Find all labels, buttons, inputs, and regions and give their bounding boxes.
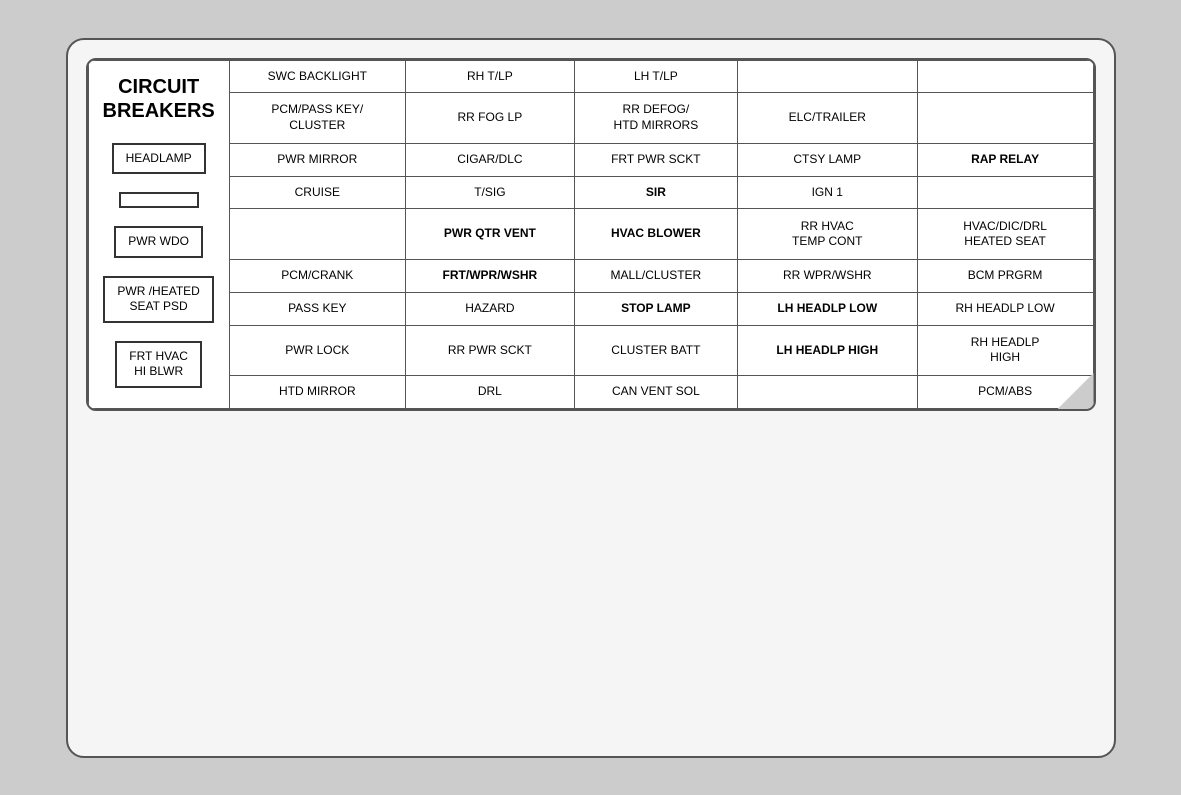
left-column: CIRCUIT BREAKERS HEADLAMP PWR WDO PWR /HEAT…	[88, 60, 229, 409]
cell-r0-c0: SWC BACKLIGHT	[229, 60, 405, 93]
cell-r1-c3: ELC/TRAILER	[737, 93, 917, 144]
cell-r1-c2: RR DEFOG/ HTD MIRRORS	[574, 93, 737, 144]
cell-r6-c4: RH HEADLP LOW	[917, 292, 1093, 325]
cell-r6-c1: HAZARD	[405, 292, 574, 325]
cell-r5-c1: FRT/WPR/WSHR	[405, 260, 574, 293]
left-box-item-0: HEADLAMP	[112, 143, 206, 175]
outer-card: CIRCUIT BREAKERS HEADLAMP PWR WDO PWR /HEAT…	[66, 38, 1116, 758]
cell-r1-c4	[917, 93, 1093, 144]
cell-r4-c4: HVAC/DIC/DRL HEATED SEAT	[917, 209, 1093, 260]
inner-card: CIRCUIT BREAKERS HEADLAMP PWR WDO PWR /HEAT…	[86, 58, 1096, 412]
cell-r8-c0: HTD MIRROR	[229, 376, 405, 409]
cell-r7-c2: CLUSTER BATT	[574, 325, 737, 376]
cell-r5-c3: RR WPR/WSHR	[737, 260, 917, 293]
circuit-breakers-title: CIRCUIT BREAKERS	[103, 75, 215, 123]
left-box-item-1	[119, 192, 199, 208]
left-box-item-4: FRT HVAC HI BLWR	[115, 341, 202, 388]
cell-r7-c4: RH HEADLP HIGH	[917, 325, 1093, 376]
cell-r6-c0: PASS KEY	[229, 292, 405, 325]
cell-r4-c0	[229, 209, 405, 260]
cell-r3-c3: IGN 1	[737, 176, 917, 209]
cell-r7-c3: LH HEADLP HIGH	[737, 325, 917, 376]
cell-r3-c1: T/SIG	[405, 176, 574, 209]
cell-r6-c3: LH HEADLP LOW	[737, 292, 917, 325]
cell-r5-c4: BCM PRGRM	[917, 260, 1093, 293]
cell-r2-c0: PWR MIRROR	[229, 143, 405, 176]
cell-r2-c2: FRT PWR SCKT	[574, 143, 737, 176]
cell-r0-c3	[737, 60, 917, 93]
cell-r0-c1: RH T/LP	[405, 60, 574, 93]
cell-r2-c1: CIGAR/DLC	[405, 143, 574, 176]
cell-r2-c4: RAP RELAY	[917, 143, 1093, 176]
cell-r5-c2: MALL/CLUSTER	[574, 260, 737, 293]
cell-r4-c2: HVAC BLOWER	[574, 209, 737, 260]
cell-r4-c3: RR HVAC TEMP CONT	[737, 209, 917, 260]
cell-r2-c3: CTSY LAMP	[737, 143, 917, 176]
cell-r0-c4	[917, 60, 1093, 93]
left-box-item-3: PWR /HEATED SEAT PSD	[103, 276, 213, 323]
left-box-item-2: PWR WDO	[114, 226, 203, 258]
cell-r0-c2: LH T/LP	[574, 60, 737, 93]
cell-r1-c1: RR FOG LP	[405, 93, 574, 144]
cell-r3-c0: CRUISE	[229, 176, 405, 209]
cell-r8-c1: DRL	[405, 376, 574, 409]
cell-r7-c0: PWR LOCK	[229, 325, 405, 376]
cell-r5-c0: PCM/CRANK	[229, 260, 405, 293]
inner-card-wrap: CIRCUIT BREAKERS HEADLAMP PWR WDO PWR /HEAT…	[86, 58, 1096, 412]
cell-r3-c2: SIR	[574, 176, 737, 209]
cell-r8-c2: CAN VENT SOL	[574, 376, 737, 409]
main-table: CIRCUIT BREAKERS HEADLAMP PWR WDO PWR /HEAT…	[88, 60, 1094, 410]
cell-r1-c0: PCM/PASS KEY/ CLUSTER	[229, 93, 405, 144]
cell-r6-c2: STOP LAMP	[574, 292, 737, 325]
cell-r3-c4	[917, 176, 1093, 209]
cell-r7-c1: RR PWR SCKT	[405, 325, 574, 376]
cell-r8-c3	[737, 376, 917, 409]
cell-r4-c1: PWR QTR VENT	[405, 209, 574, 260]
